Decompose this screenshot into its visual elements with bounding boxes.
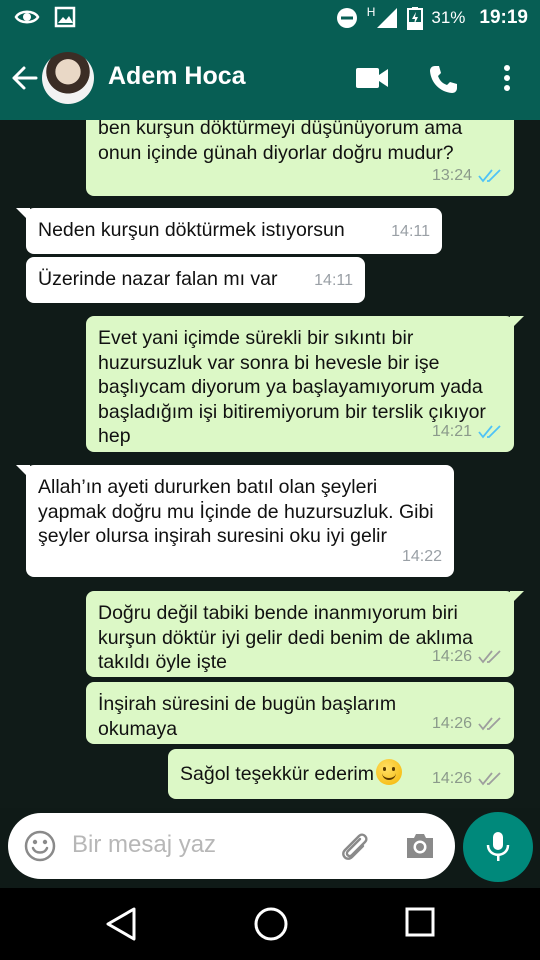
message-bubble-outgoing[interactable]: ben kurşun döktürmeyi düşünüyorum ama on… (86, 120, 514, 196)
chat-header: Adem Hoca (0, 36, 540, 120)
smiling-face-emoji (376, 759, 403, 785)
signal-icon (377, 8, 398, 28)
message-text: ben kurşun döktürmeyi düşünüyorum ama on… (98, 120, 463, 164)
network-type: H (366, 5, 376, 19)
message-bubble-outgoing[interactable]: Evet yani içimde sürekli bir sıkıntı bir… (86, 316, 524, 452)
bubble-tail (510, 591, 524, 605)
message-composer (8, 813, 455, 879)
more-vert-icon[interactable] (503, 64, 511, 92)
do-not-disturb-icon (336, 8, 357, 28)
mic-icon (486, 832, 510, 861)
contact-name[interactable]: Adem Hoca (108, 62, 246, 91)
battery-icon (407, 7, 424, 30)
message-text: Sağol teşekkür ederim (180, 763, 375, 785)
eye-icon (14, 10, 40, 24)
message-time: 14:11 (391, 222, 430, 240)
chat-area[interactable]: ben kurşun döktürmeyi düşünüyorum ama on… (0, 120, 540, 808)
message-meta: 14:22 (402, 545, 442, 570)
message-time: 13:24 (431, 166, 472, 184)
image-icon (54, 6, 76, 28)
message-meta: 14:26 (432, 645, 502, 670)
message-text: Üzerinde nazar falan mı var (38, 268, 278, 290)
message-meta: 14:26 (432, 767, 502, 792)
delivered-receipt-icon (478, 717, 501, 731)
message-text: İnşirah süresini de bugün başlarım okuma… (98, 693, 397, 740)
message-bubble-incoming[interactable]: Üzerinde nazar falan mı var 14:11 (26, 257, 365, 303)
message-bubble-outgoing[interactable]: Doğru değil tabiki bende inanmıyorum bir… (86, 591, 524, 677)
message-time: 14:11 (314, 271, 353, 289)
message-time: 14:21 (431, 422, 472, 440)
avatar[interactable] (42, 52, 94, 104)
system-nav-bar (0, 888, 540, 960)
message-meta: 13:24 (432, 164, 502, 189)
video-call-icon[interactable] (355, 66, 389, 90)
emoji-icon[interactable] (24, 830, 56, 862)
phone-icon[interactable] (428, 64, 458, 94)
message-time: 14:22 (401, 547, 442, 565)
message-text: Neden kurşun döktürmek istıyorsun (38, 219, 345, 241)
message-input[interactable] (72, 831, 322, 859)
bubble-tail (16, 208, 30, 222)
home-circle-icon[interactable] (253, 906, 289, 942)
delivered-receipt-icon (478, 650, 501, 664)
mic-button[interactable] (463, 812, 533, 882)
message-meta: 14:26 (432, 712, 502, 737)
message-time: 14:26 (431, 647, 472, 665)
message-bubble-incoming[interactable]: Allah’ın ayeti dururken batıl olan şeyle… (16, 465, 454, 577)
bubble-tail (16, 465, 30, 479)
battery-percent: 31% (431, 8, 466, 27)
back-arrow-icon[interactable] (10, 62, 38, 94)
read-receipt-icon (478, 425, 501, 439)
message-meta: 14:21 (432, 420, 502, 445)
camera-icon[interactable] (404, 831, 436, 861)
status-bar: H 31% 19:19 (0, 0, 540, 36)
message-bubble-outgoing[interactable]: İnşirah süresini de bugün başlarım okuma… (86, 682, 514, 744)
message-time: 14:26 (431, 769, 472, 787)
bubble-tail (510, 316, 524, 330)
attach-icon[interactable] (338, 831, 372, 865)
message-bubble-outgoing[interactable]: Sağol teşekkür ederim 14:26 (168, 749, 514, 799)
message-meta: 14:11 (314, 269, 353, 294)
recents-square-icon[interactable] (404, 906, 436, 938)
read-receipt-icon (478, 169, 501, 183)
message-text: Allah’ın ayeti dururken batıl olan şeyle… (38, 476, 434, 547)
message-bubble-incoming[interactable]: Neden kurşun döktürmek istıyorsun 14:11 (16, 208, 442, 254)
message-meta: 14:11 (391, 220, 430, 245)
back-triangle-icon[interactable] (104, 906, 138, 942)
delivered-receipt-icon (478, 772, 501, 786)
message-time: 14:26 (431, 714, 472, 732)
clock: 19:19 (479, 7, 528, 28)
